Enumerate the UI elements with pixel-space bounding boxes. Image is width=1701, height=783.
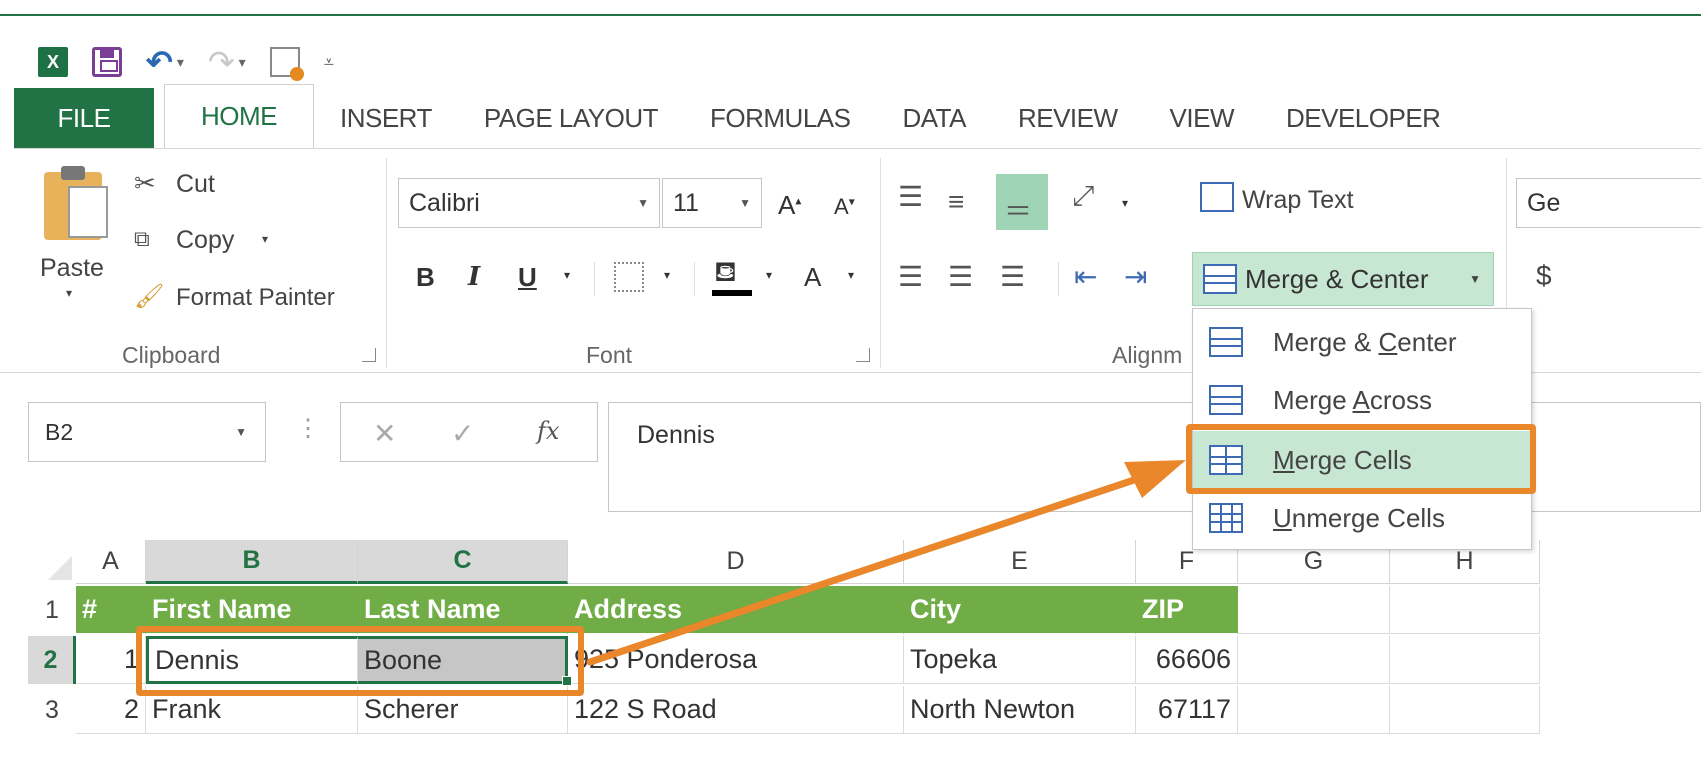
excel-window: X ↶ ▾ ↷ ▾ ⩡ FILE HOME INSERT PAGE LAYOUT F…: [0, 0, 1701, 783]
callout-arrow: [586, 460, 1186, 666]
